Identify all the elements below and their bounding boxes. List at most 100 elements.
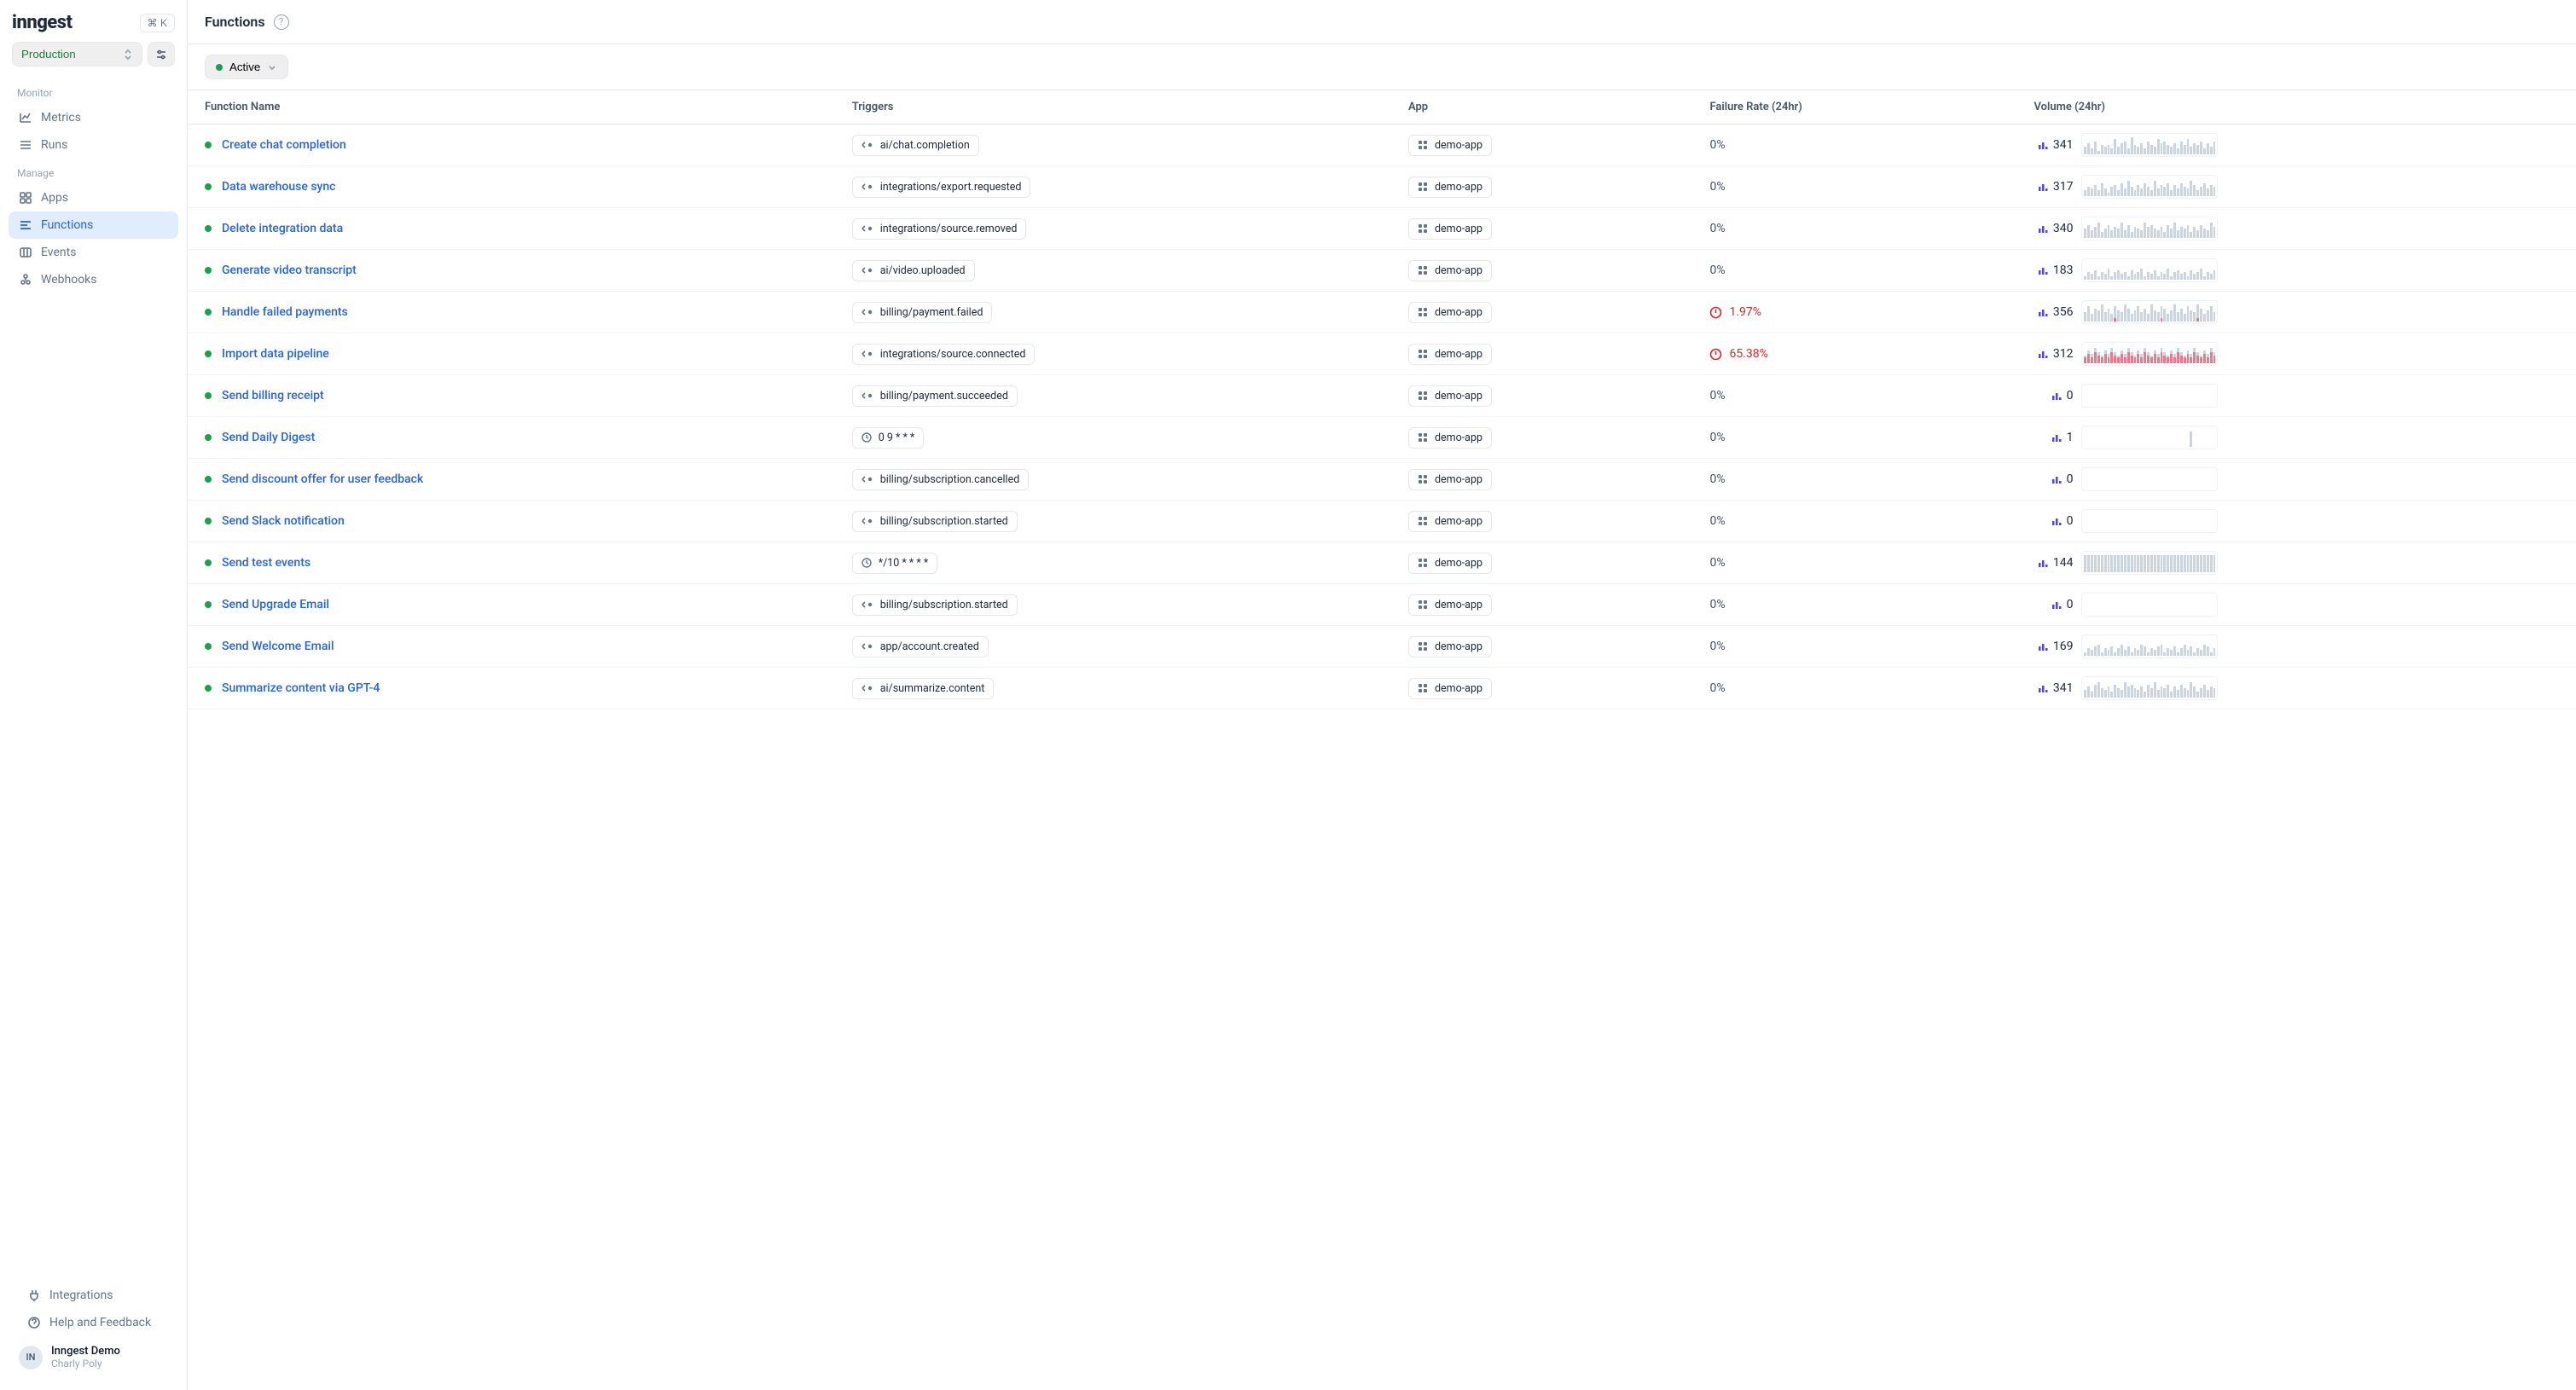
avatar: IN <box>19 1346 43 1370</box>
app-icon <box>1418 391 1428 401</box>
environment-settings-button[interactable] <box>148 42 175 67</box>
sidebar-item-integrations[interactable]: Integrations <box>17 1282 170 1309</box>
org-name: Inngest Demo <box>51 1345 120 1358</box>
col-function-name[interactable]: Function Name <box>188 90 835 125</box>
trigger-pill[interactable]: app/account.created <box>852 636 989 657</box>
trigger-pill[interactable]: integrations/export.requested <box>852 177 1031 198</box>
app-pill[interactable]: demo-app <box>1408 469 1492 490</box>
function-link[interactable]: Send billing receipt <box>222 389 324 403</box>
trigger-pill[interactable]: 0 9 * * * <box>852 427 925 449</box>
trigger-pill[interactable]: ai/summarize.content <box>852 678 995 699</box>
function-link[interactable]: Create chat completion <box>222 138 346 152</box>
sparkline <box>2081 133 2218 157</box>
failure-rate: 0% <box>1709 681 1999 695</box>
help-icon[interactable]: ? <box>274 14 289 30</box>
app-pill[interactable]: demo-app <box>1408 636 1492 657</box>
sparkline <box>2081 634 2218 658</box>
volume-number: 1 <box>2034 431 2073 444</box>
col-failure[interactable]: Failure Rate (24hr) <box>1692 90 2016 125</box>
trigger-pill[interactable]: ai/video.uploaded <box>852 260 975 281</box>
app-pill[interactable]: demo-app <box>1408 260 1492 281</box>
function-link[interactable]: Data warehouse sync <box>222 180 336 194</box>
volume-text: 317 <box>2053 180 2074 194</box>
trigger-pill[interactable]: billing/subscription.started <box>852 511 1018 532</box>
app-text: demo-app <box>1435 599 1482 611</box>
function-link[interactable]: Send Slack notification <box>222 514 345 528</box>
sidebar-item-webhooks[interactable]: Webhooks <box>9 266 178 293</box>
app-pill[interactable]: demo-app <box>1408 553 1492 574</box>
app-pill[interactable]: demo-app <box>1408 594 1492 616</box>
status-filter[interactable]: Active <box>205 55 288 79</box>
trigger-pill[interactable]: billing/payment.succeeded <box>852 385 1018 407</box>
app-pill[interactable]: demo-app <box>1408 135 1492 156</box>
volume-text: 0 <box>2067 598 2074 611</box>
sidebar-item-apps[interactable]: Apps <box>9 184 178 211</box>
col-app[interactable]: App <box>1391 90 1693 125</box>
sidebar-item-metrics[interactable]: Metrics <box>9 104 178 131</box>
status-dot-icon <box>205 559 212 566</box>
user-menu[interactable]: IN Inngest Demo Charly Poly <box>9 1336 178 1378</box>
app-text: demo-app <box>1435 181 1482 194</box>
trigger-pill[interactable]: */10 * * * * <box>852 553 938 574</box>
event-icon <box>862 182 873 191</box>
bars-icon <box>2038 641 2048 652</box>
bars-icon <box>2038 265 2048 275</box>
app-pill[interactable]: demo-app <box>1408 511 1492 532</box>
function-link[interactable]: Handle failed payments <box>222 305 348 319</box>
function-link[interactable]: Import data pipeline <box>222 347 329 361</box>
trigger-pill[interactable]: integrations/source.removed <box>852 218 1027 240</box>
trigger-pill[interactable]: billing/subscription.started <box>852 594 1018 616</box>
app-pill[interactable]: demo-app <box>1408 385 1492 407</box>
function-link[interactable]: Generate video transcript <box>222 264 357 277</box>
sidebar-item-label: Integrations <box>49 1289 113 1302</box>
warning-icon <box>1709 348 1722 361</box>
function-link[interactable]: Send test events <box>222 556 310 570</box>
status-dot-icon <box>205 392 212 399</box>
status-dot-icon <box>205 434 212 441</box>
trigger-pill[interactable]: ai/chat.completion <box>852 135 979 156</box>
function-link[interactable]: Send Upgrade Email <box>222 598 329 611</box>
app-pill[interactable]: demo-app <box>1408 218 1492 240</box>
sparkline <box>2081 175 2218 199</box>
app-pill[interactable]: demo-app <box>1408 344 1492 365</box>
status-dot-icon <box>205 225 212 232</box>
trigger-pill[interactable]: billing/payment.failed <box>852 302 993 323</box>
help-circle-icon <box>27 1316 41 1329</box>
sidebar-item-runs[interactable]: Runs <box>9 131 178 159</box>
sidebar-item-help[interactable]: Help and Feedback <box>17 1309 170 1336</box>
function-link[interactable]: Send discount offer for user feedback <box>222 472 423 486</box>
app-text: demo-app <box>1435 431 1482 444</box>
sidebar-item-events[interactable]: Events <box>9 239 178 266</box>
function-link[interactable]: Send Welcome Email <box>222 640 334 653</box>
volume-number: 144 <box>2034 556 2073 570</box>
app-text: demo-app <box>1435 139 1482 152</box>
app-pill[interactable]: demo-app <box>1408 678 1492 699</box>
trigger-text: app/account.created <box>880 640 979 653</box>
app-text: demo-app <box>1435 515 1482 528</box>
function-link[interactable]: Send Daily Digest <box>222 431 315 444</box>
filter-row: Active <box>188 44 2576 90</box>
function-link[interactable]: Delete integration data <box>222 222 343 235</box>
failure-rate: 0% <box>1709 556 1999 570</box>
sparkline <box>2081 342 2218 366</box>
sidebar-item-functions[interactable]: Functions <box>9 211 178 239</box>
function-link[interactable]: Summarize content via GPT-4 <box>222 681 380 695</box>
event-icon <box>862 141 873 149</box>
app-pill[interactable]: demo-app <box>1408 302 1492 323</box>
warning-icon <box>1709 306 1722 319</box>
app-pill[interactable]: demo-app <box>1408 177 1492 198</box>
command-k-shortcut[interactable]: ⌘ K <box>140 14 175 32</box>
app-icon <box>1418 265 1428 275</box>
trigger-pill[interactable]: billing/subscription.cancelled <box>852 469 1030 490</box>
event-icon <box>862 391 873 400</box>
volume-text: 0 <box>2067 389 2074 403</box>
col-volume[interactable]: Volume (24hr) <box>2016 90 2576 125</box>
app-text: demo-app <box>1435 223 1482 235</box>
table-row: Send discount offer for user feedback bi… <box>188 459 2576 501</box>
col-triggers[interactable]: Triggers <box>835 90 1391 125</box>
status-dot-icon <box>205 685 212 692</box>
environment-select[interactable]: Production <box>12 42 142 67</box>
volume-number: 340 <box>2034 222 2073 235</box>
app-pill[interactable]: demo-app <box>1408 427 1492 449</box>
trigger-pill[interactable]: integrations/source.connected <box>852 344 1036 365</box>
